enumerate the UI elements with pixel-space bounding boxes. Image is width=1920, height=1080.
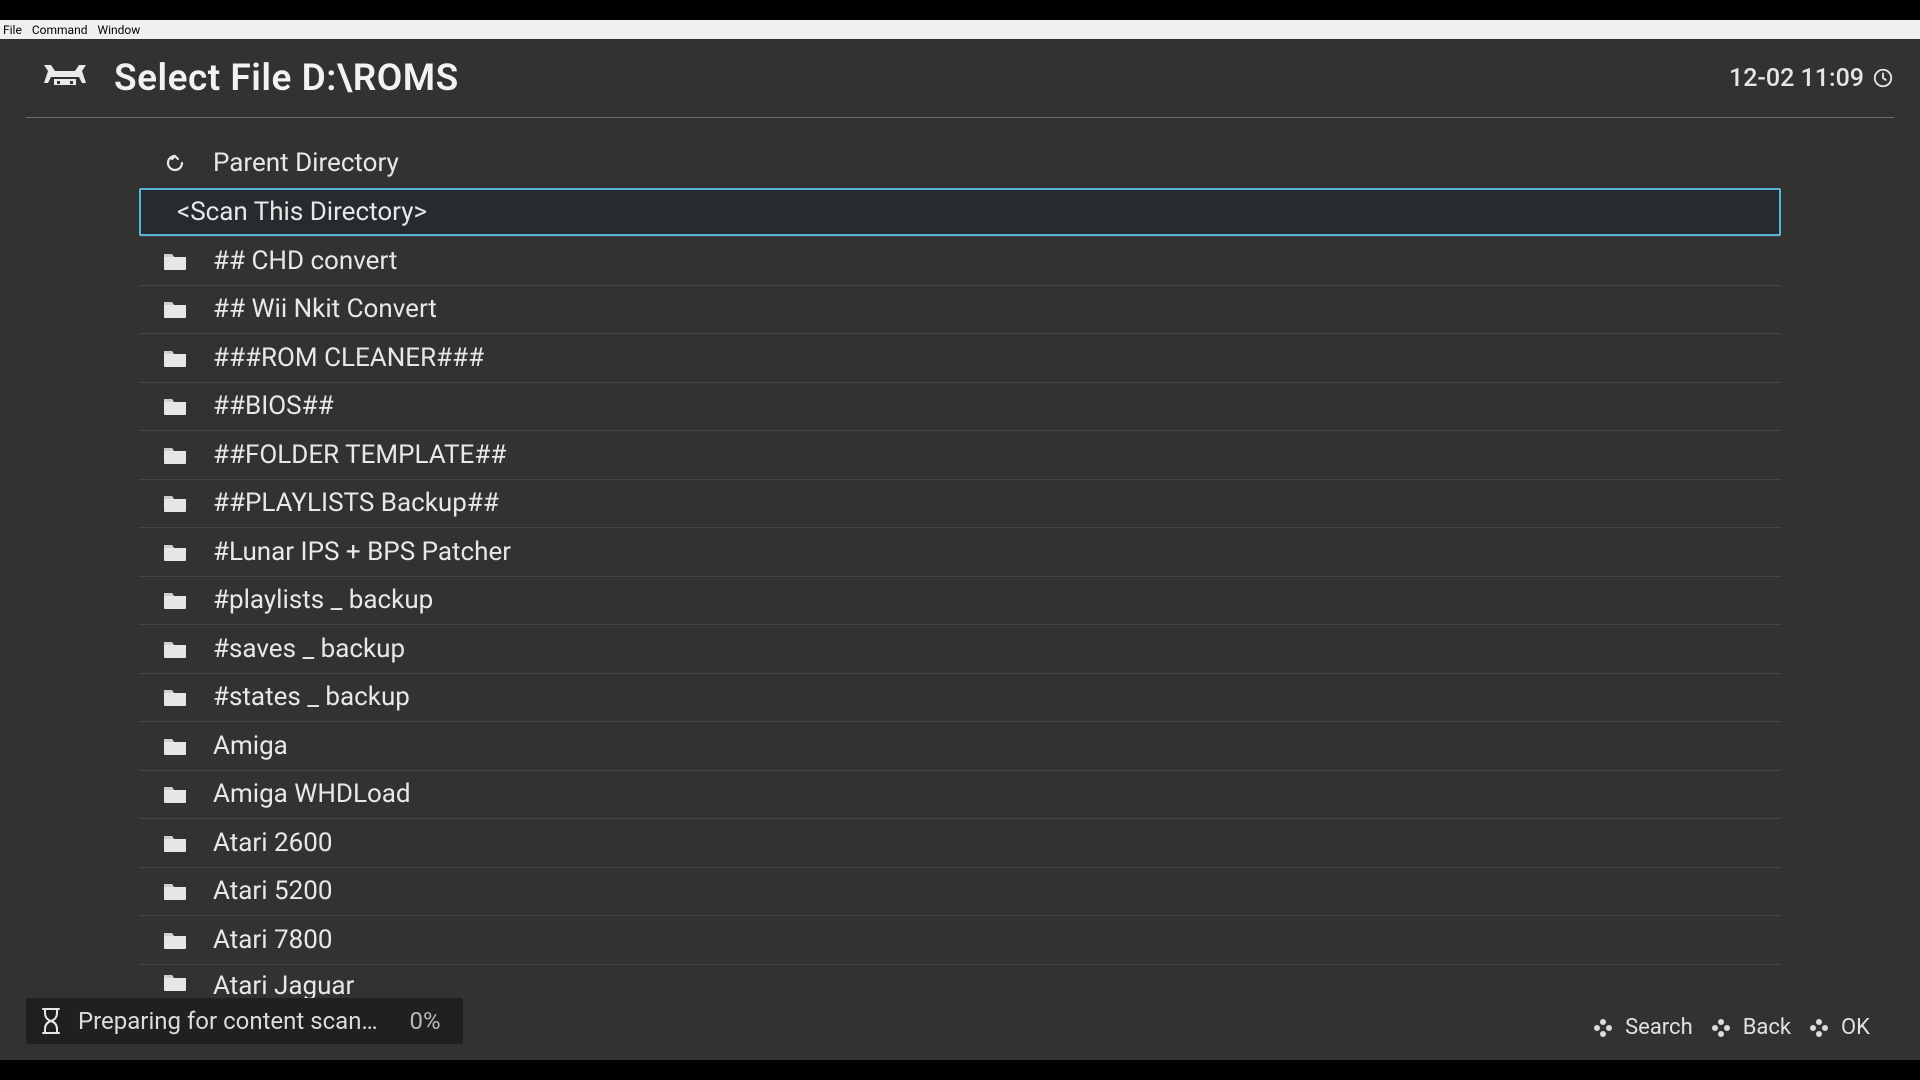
list-item[interactable]: #Lunar IPS + BPS Patcher — [139, 527, 1781, 576]
status-percent: 0% — [410, 1007, 441, 1035]
list-item[interactable]: Amiga — [139, 721, 1781, 770]
retroarch-window: Select File D:\ROMS 12-02 11:09 Parent D… — [0, 39, 1920, 1060]
folder-icon — [159, 783, 191, 805]
footer-actions: Search Back OK — [1591, 1015, 1870, 1040]
folder-icon — [159, 444, 191, 466]
header-divider — [26, 117, 1894, 118]
list-item-label: ##BIOS## — [213, 391, 334, 421]
list-item[interactable]: ##BIOS## — [139, 382, 1781, 431]
list-item[interactable]: Atari 2600 — [139, 818, 1781, 867]
page-title: Select File D:\ROMS — [114, 57, 1729, 100]
list-item-scan-this-directory[interactable]: <Scan This Directory> — [139, 188, 1781, 237]
list-item[interactable]: #saves _ backup — [139, 624, 1781, 673]
list-item-label: Atari 7800 — [213, 925, 332, 955]
hint-ok[interactable]: OK — [1807, 1015, 1870, 1040]
list-item-label: Parent Directory — [213, 148, 399, 178]
hint-label: OK — [1841, 1015, 1870, 1040]
hint-search[interactable]: Search — [1591, 1015, 1693, 1040]
gamepad-icon — [1591, 1016, 1615, 1040]
list-item[interactable]: Atari 7800 — [139, 915, 1781, 964]
list-item[interactable]: #states _ backup — [139, 673, 1781, 722]
gamepad-icon — [1807, 1016, 1831, 1040]
folder-icon — [159, 929, 191, 951]
list-item-label: #saves _ backup — [213, 634, 405, 664]
folder-icon — [159, 298, 191, 320]
list-item-label: ##PLAYLISTS Backup## — [213, 488, 499, 518]
folder-icon — [159, 250, 191, 272]
clock-icon — [1872, 67, 1894, 89]
hint-back[interactable]: Back — [1709, 1015, 1791, 1040]
folder-icon — [159, 541, 191, 563]
list-item-label: #playlists _ backup — [213, 585, 433, 615]
gamepad-icon — [1709, 1016, 1733, 1040]
clock-text: 12-02 11:09 — [1729, 64, 1864, 93]
status-bar: Preparing for content scan… 0% — [26, 998, 463, 1044]
folder-icon — [159, 638, 191, 660]
list-item-label: ##FOLDER TEMPLATE## — [213, 440, 506, 470]
header: Select File D:\ROMS 12-02 11:09 — [0, 39, 1920, 117]
folder-icon — [159, 971, 191, 993]
list-item-label: Atari Jaguar — [213, 971, 354, 998]
list-item[interactable]: ###ROM CLEANER### — [139, 333, 1781, 382]
folder-icon — [159, 347, 191, 369]
folder-icon — [159, 735, 191, 757]
file-list: Parent Directory <Scan This Directory> #… — [139, 139, 1781, 998]
parent-directory-icon — [159, 151, 191, 175]
menubar-item-file[interactable]: File — [3, 23, 22, 37]
hourglass-icon — [40, 1007, 62, 1035]
list-item[interactable]: ##PLAYLISTS Backup## — [139, 479, 1781, 528]
list-item[interactable]: #playlists _ backup — [139, 576, 1781, 625]
list-item[interactable]: Atari Jaguar — [139, 964, 1781, 998]
folder-icon — [159, 395, 191, 417]
list-item-label: ## CHD convert — [213, 246, 397, 276]
list-item[interactable]: ## Wii Nkit Convert — [139, 285, 1781, 334]
clock: 12-02 11:09 — [1729, 64, 1894, 93]
list-item[interactable]: Atari 5200 — [139, 867, 1781, 916]
folder-icon — [159, 832, 191, 854]
folder-icon — [159, 492, 191, 514]
menubar-item-window[interactable]: Window — [97, 23, 140, 37]
hint-label: Search — [1625, 1015, 1693, 1040]
menubar-item-command[interactable]: Command — [32, 23, 88, 37]
list-item-label: #Lunar IPS + BPS Patcher — [213, 537, 511, 567]
status-text: Preparing for content scan… — [78, 1007, 378, 1035]
list-item-label: Atari 2600 — [213, 828, 332, 858]
retroarch-logo-icon — [42, 61, 88, 95]
list-item-label: #states _ backup — [213, 682, 410, 712]
list-item-label: Amiga — [213, 731, 288, 761]
list-item-label: <Scan This Directory> — [177, 197, 427, 227]
list-item-label: ## Wii Nkit Convert — [213, 294, 437, 324]
folder-icon — [159, 589, 191, 611]
folder-icon — [159, 686, 191, 708]
folder-icon — [159, 880, 191, 902]
list-item[interactable]: ##FOLDER TEMPLATE## — [139, 430, 1781, 479]
list-item-label: Amiga WHDLoad — [213, 779, 411, 809]
list-item-label: ###ROM CLEANER### — [213, 343, 484, 373]
list-item[interactable]: ## CHD convert — [139, 236, 1781, 285]
os-menubar[interactable]: File Command Window — [0, 20, 1920, 39]
list-item-label: Atari 5200 — [213, 876, 332, 906]
hint-label: Back — [1743, 1015, 1791, 1040]
list-item-parent-directory[interactable]: Parent Directory — [139, 139, 1781, 188]
list-item[interactable]: Amiga WHDLoad — [139, 770, 1781, 819]
